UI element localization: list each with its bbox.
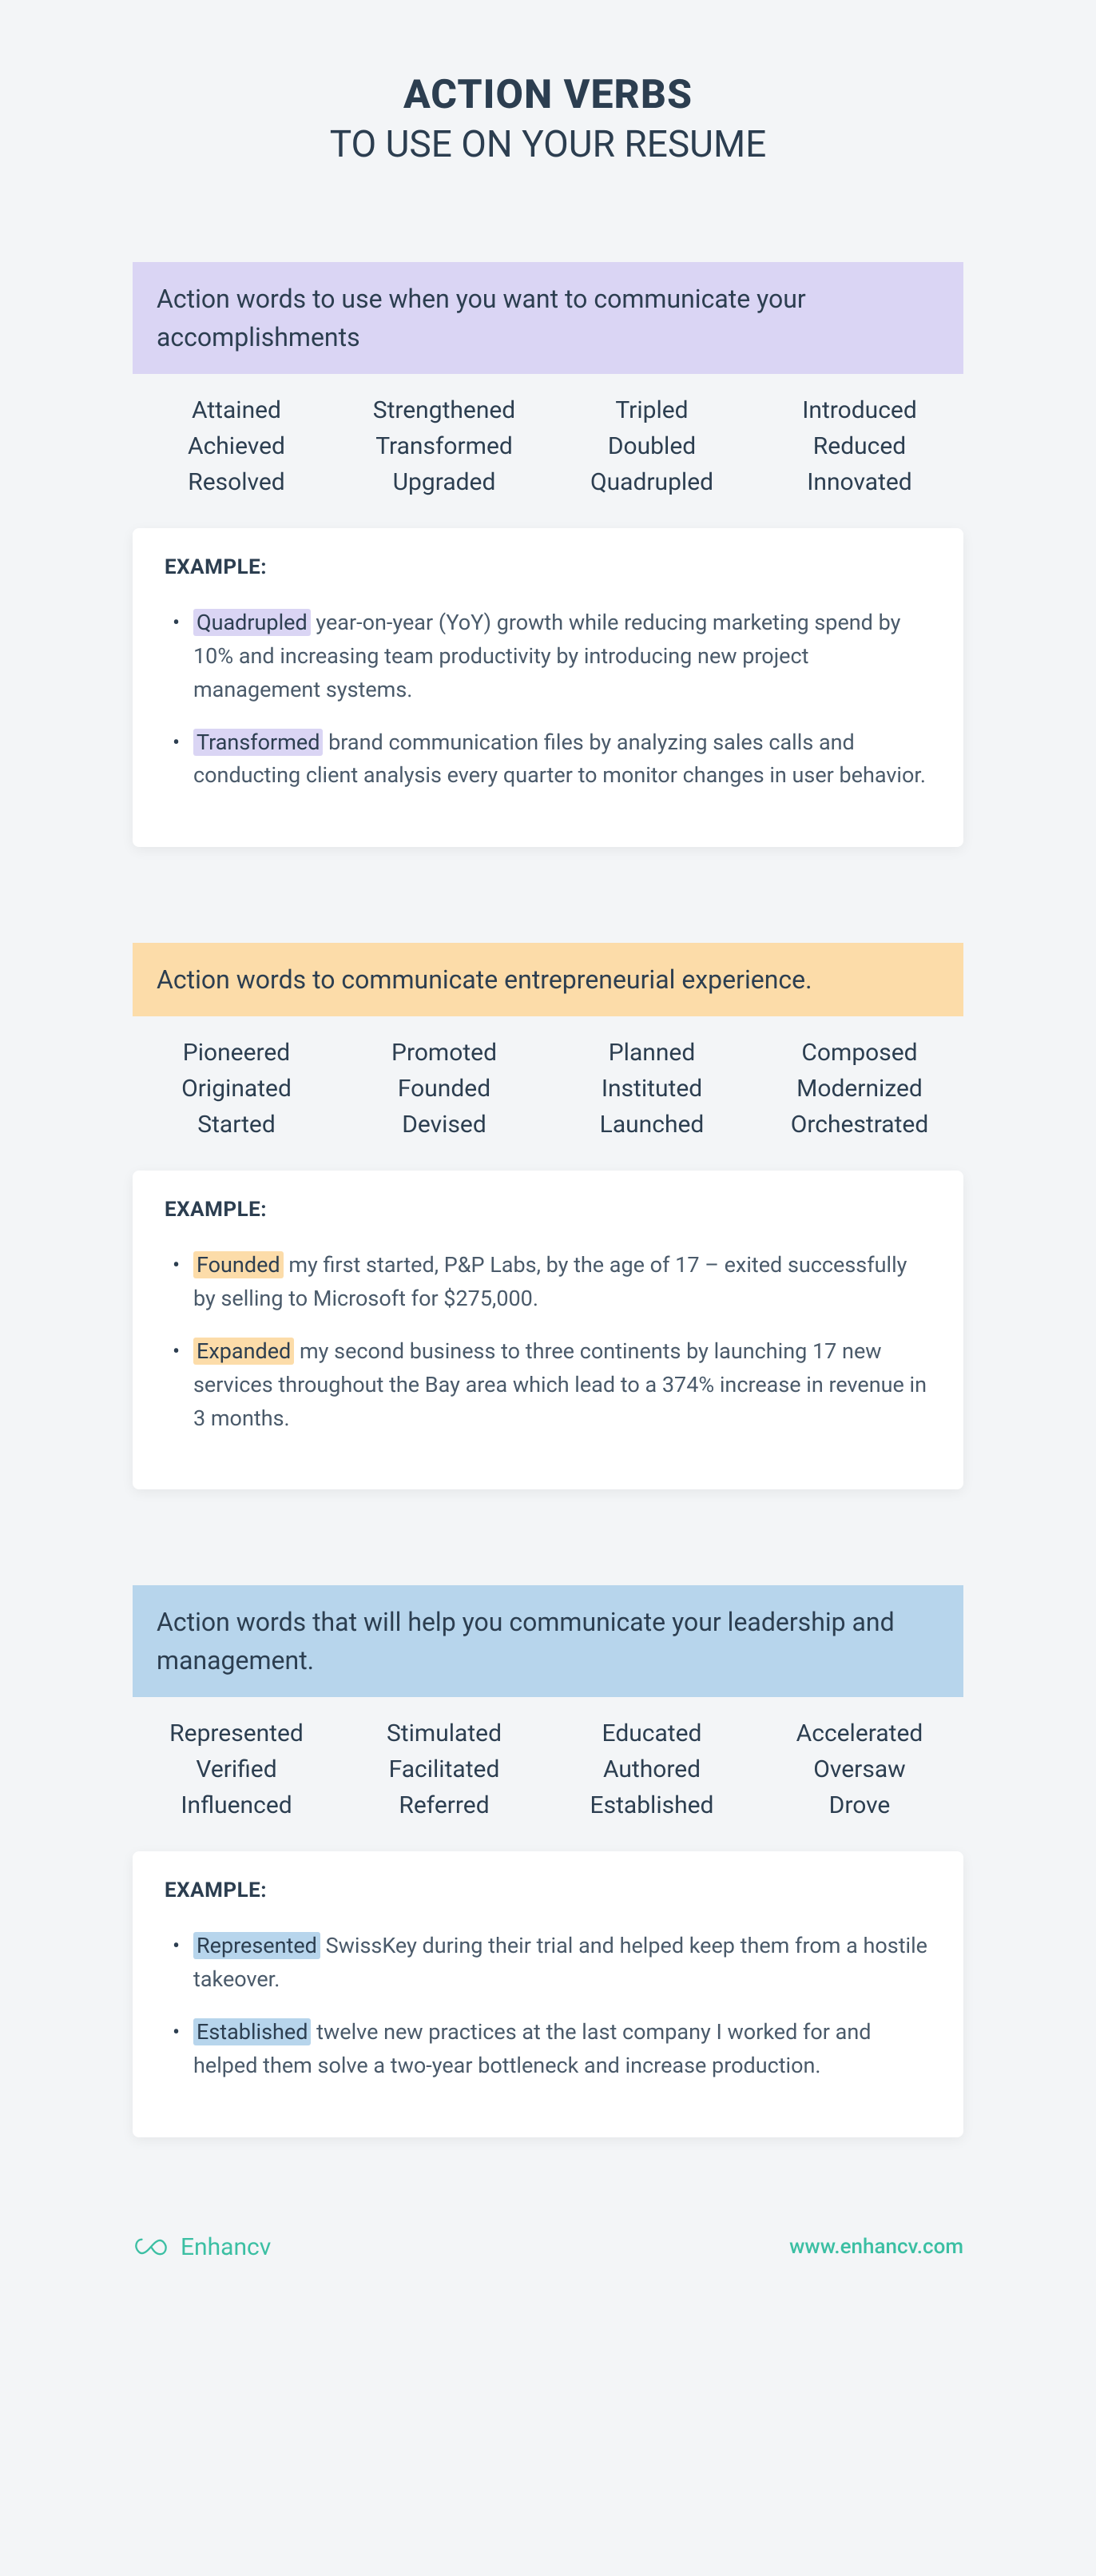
example-card: EXAMPLE: Quadrupled year-on-year (YoY) gr… — [133, 528, 963, 847]
site-url: www.enhancv.com — [789, 2235, 963, 2259]
word-cell: Represented — [133, 1719, 340, 1747]
word-cell: Achieved — [133, 432, 340, 460]
highlighted-verb: Represented — [193, 1932, 320, 1959]
example-list: Represented SwissKey during their trial … — [165, 1930, 931, 2082]
example-text: my second business to three continents b… — [193, 1338, 927, 1431]
example-item: Founded my first started, P&P Labs, by t… — [165, 1249, 931, 1316]
word-cell: Strengthened — [340, 396, 548, 424]
section-heading: Action words that will help you communic… — [133, 1585, 963, 1697]
word-cell: Drove — [756, 1791, 963, 1819]
word-cell: Reduced — [756, 432, 963, 460]
word-grid: RepresentedStimulatedEducatedAccelerated… — [133, 1697, 963, 1851]
highlighted-verb: Quadrupled — [193, 609, 311, 636]
word-cell: Innovated — [756, 468, 963, 496]
word-cell: Oversaw — [756, 1755, 963, 1783]
brand-logo: Enhancv — [133, 2233, 271, 2261]
word-cell: Doubled — [548, 432, 756, 460]
word-cell: Composed — [756, 1039, 963, 1067]
word-cell: Educated — [548, 1719, 756, 1747]
section: Action words that will help you communic… — [133, 1585, 963, 2137]
word-cell: Resolved — [133, 468, 340, 496]
section: Action words to use when you want to com… — [133, 262, 963, 847]
word-cell: Attained — [133, 396, 340, 424]
section-heading: Action words to communicate entrepreneur… — [133, 943, 963, 1016]
example-card: EXAMPLE: Founded my first started, P&P La… — [133, 1171, 963, 1489]
example-label: EXAMPLE: — [165, 555, 931, 579]
word-cell: Founded — [340, 1075, 548, 1103]
word-cell: Promoted — [340, 1039, 548, 1067]
word-cell: Upgraded — [340, 468, 548, 496]
word-cell: Authored — [548, 1755, 756, 1783]
word-cell: Stimulated — [340, 1719, 548, 1747]
example-list: Founded my first started, P&P Labs, by t… — [165, 1249, 931, 1435]
word-cell: Devised — [340, 1111, 548, 1139]
example-label: EXAMPLE: — [165, 1878, 931, 1902]
footer: Enhancv www.enhancv.com — [133, 2233, 963, 2261]
word-cell: Launched — [548, 1111, 756, 1139]
example-item: Quadrupled year-on-year (YoY) growth whi… — [165, 606, 931, 707]
word-cell: Influenced — [133, 1791, 340, 1819]
section: Action words to communicate entrepreneur… — [133, 943, 963, 1489]
word-cell: Originated — [133, 1075, 340, 1103]
word-cell: Quadrupled — [548, 468, 756, 496]
example-list: Quadrupled year-on-year (YoY) growth whi… — [165, 606, 931, 793]
example-item: Represented SwissKey during their trial … — [165, 1930, 931, 1997]
example-text: my first started, P&P Labs, by the age o… — [193, 1252, 907, 1311]
highlighted-verb: Founded — [193, 1251, 284, 1278]
page-title: ACTION VERBS — [133, 72, 963, 118]
word-cell: Referred — [340, 1791, 548, 1819]
word-cell: Instituted — [548, 1075, 756, 1103]
word-grid: PioneeredPromotedPlannedComposed Originat… — [133, 1016, 963, 1171]
word-cell: Transformed — [340, 432, 548, 460]
example-label: EXAMPLE: — [165, 1198, 931, 1222]
highlighted-verb: Expanded — [193, 1338, 294, 1365]
word-cell: Orchestrated — [756, 1111, 963, 1139]
section-heading: Action words to use when you want to com… — [133, 262, 963, 374]
word-cell: Verified — [133, 1755, 340, 1783]
example-card: EXAMPLE: Represented SwissKey during thei… — [133, 1851, 963, 2137]
word-grid: AttainedStrengthenedTripledIntroduced Ach… — [133, 374, 963, 528]
word-cell: Pioneered — [133, 1039, 340, 1067]
page-subtitle: TO USE ON YOUR RESUME — [133, 123, 963, 166]
word-cell: Established — [548, 1791, 756, 1819]
highlighted-verb: Transformed — [193, 729, 323, 756]
word-cell: Tripled — [548, 396, 756, 424]
word-cell: Planned — [548, 1039, 756, 1067]
word-cell: Started — [133, 1111, 340, 1139]
word-cell: Accelerated — [756, 1719, 963, 1747]
infinity-icon — [133, 2235, 169, 2259]
word-cell: Introduced — [756, 396, 963, 424]
example-item: Expanded my second business to three con… — [165, 1335, 931, 1436]
highlighted-verb: Established — [193, 2018, 311, 2045]
brand-name: Enhancv — [181, 2233, 271, 2261]
word-cell: Modernized — [756, 1075, 963, 1103]
word-cell: Facilitated — [340, 1755, 548, 1783]
example-item: Established twelve new practices at the … — [165, 2016, 931, 2083]
example-item: Transformed brand communication files by… — [165, 726, 931, 793]
